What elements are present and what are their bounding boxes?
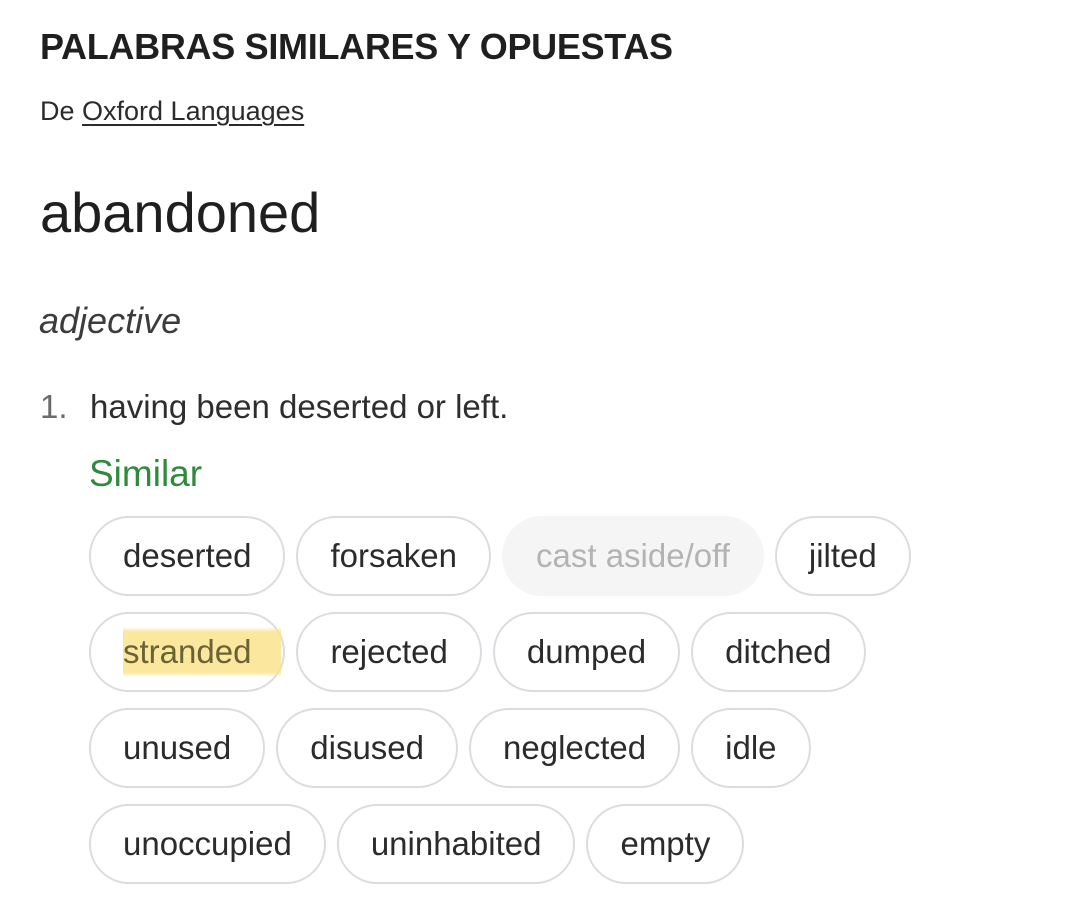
similar-word-chip[interactable]: neglected [469,708,681,788]
definition-text: having been deserted or left. [90,388,509,425]
similar-word-chip[interactable]: deserted [89,516,286,596]
chip-label: jilted [808,537,877,574]
similar-words-list: deserted forsaken cast aside/off jilted stra… [89,516,989,900]
part-of-speech: adjective [39,300,182,341]
similar-word-chip[interactable]: disused [276,708,459,788]
chip-label: forsaken [330,537,458,574]
similar-word-chip[interactable]: stranded [89,612,286,692]
chip-label: unused [123,729,232,766]
similar-word-chip[interactable]: unoccupied [89,804,326,884]
similar-row: unused disused neglected idle [89,708,989,788]
similar-word-chip[interactable]: rejected [296,612,482,692]
similar-word-chip[interactable]: jilted [774,516,911,596]
chip-label: empty [620,825,711,862]
sense-definition: 1. having been deserted or left. [40,388,508,426]
chip-label: idle [725,729,777,766]
similar-word-chip[interactable]: unused [89,708,266,788]
similar-word-chip[interactable]: idle [691,708,811,788]
sense-number: 1. [40,388,68,425]
similar-row: unoccupied uninhabited empty [89,804,989,884]
chip-label: uninhabited [370,825,542,862]
chip-label: ditched [725,633,832,670]
chip-label: disused [310,729,425,766]
chip-label: rejected [330,633,448,670]
similar-word-chip[interactable]: ditched [691,612,866,692]
similar-label: Similar [89,453,203,494]
similar-word-chip[interactable]: empty [586,804,745,884]
section-heading: PALABRAS SIMILARES Y OPUESTAS [40,26,673,67]
chip-label: deserted [123,537,252,574]
chip-label: cast aside/off [536,537,730,574]
chip-label: unoccupied [123,825,292,862]
highlighted-chip-label: stranded [123,627,282,677]
similar-word-chip[interactable]: uninhabited [336,804,576,884]
oxford-languages-link[interactable]: Oxford Languages [82,96,304,126]
source-prefix: De [40,96,75,126]
similar-row: deserted forsaken cast aside/off jilted [89,516,989,596]
headword: abandoned [40,181,321,244]
chip-label: neglected [503,729,647,766]
similar-word-chip[interactable]: dumped [492,612,681,692]
chip-label: dumped [526,633,647,670]
similar-word-chip: cast aside/off [502,516,764,596]
similar-word-chip[interactable]: forsaken [296,516,492,596]
source-attribution: De Oxford Languages [40,96,304,127]
similar-row: stranded rejected dumped ditched [89,612,989,692]
